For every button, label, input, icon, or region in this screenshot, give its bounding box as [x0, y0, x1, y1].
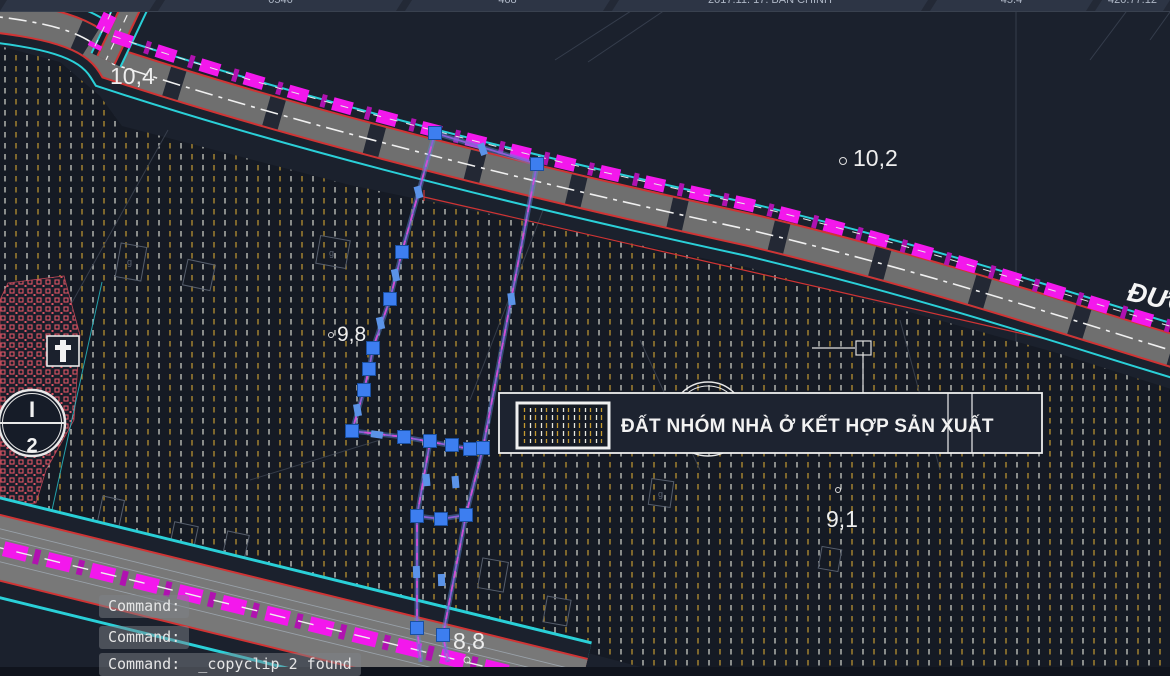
drawing-tab-label: 420.77.12: [1095, 0, 1170, 6]
drawing-tab-label: 45.4: [930, 0, 1093, 6]
command-line-input[interactable]: Command: _copyclip 2 found: [99, 653, 361, 676]
svg-text:g: g: [329, 248, 334, 258]
drawing-tab[interactable]: 2017.11. 17. BẢN CHÍNH: [612, 0, 928, 11]
elevation-label: 9,8: [337, 323, 366, 346]
drawing-tab[interactable]: 45.4: [930, 0, 1093, 11]
drawing-tab[interactable]: 468: [405, 0, 610, 11]
command-line-history[interactable]: Command:: [99, 626, 189, 649]
drawing-tab[interactable]: 420.77.12: [1095, 0, 1170, 11]
svg-text:g: g: [658, 489, 663, 499]
svg-text:g: g: [127, 257, 132, 267]
road-section-marker: I 2: [0, 390, 66, 457]
drawing-tab-label: 0546: [158, 0, 403, 6]
elevation-label: 9,1: [826, 506, 858, 532]
church-symbol: [47, 336, 79, 366]
drawing-tab-label: 468: [405, 0, 610, 6]
drawing-tab-label: 2017.11. 17. BẢN CHÍNH: [612, 0, 928, 6]
elevation-label: 10,4: [110, 63, 155, 89]
section-marker-denominator: 2: [26, 435, 37, 457]
tabs-bar-divider: [0, 11, 1170, 12]
cad-drawing-canvas[interactable]: g g g: [0, 0, 1170, 667]
drawing-tab[interactable]: 0546: [158, 0, 403, 11]
landuse-legend-box: ĐẤT NHÓM NHÀ Ở KẾT HỢP SẢN XUẤT: [499, 393, 1042, 453]
section-marker-numerator: I: [29, 397, 35, 422]
drawing-tab[interactable]: [0, 0, 156, 11]
elevation-label: 10,2: [853, 145, 898, 171]
command-line-history[interactable]: Command:: [99, 595, 189, 618]
elevation-label: 8,8: [453, 628, 485, 654]
legend-label: ĐẤT NHÓM NHÀ Ở KẾT HỢP SẢN XUẤT: [621, 415, 994, 437]
drawing-tabs-bar: 0546 468 2017.11. 17. BẢN CHÍNH 45.4 420…: [0, 0, 1170, 11]
